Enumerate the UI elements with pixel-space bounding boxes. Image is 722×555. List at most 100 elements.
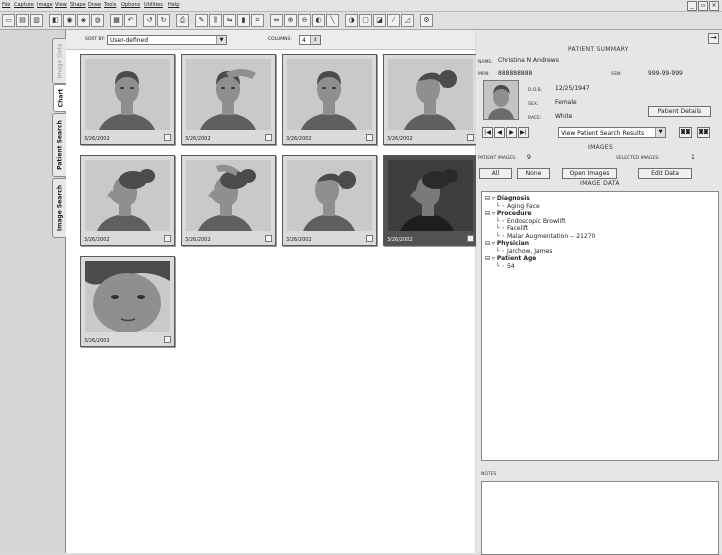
thumbnail-select-checkbox[interactable] bbox=[164, 336, 171, 343]
select-all-button[interactable]: All bbox=[479, 168, 512, 179]
image-thumbnail[interactable]: 3/26/2002 bbox=[282, 54, 377, 145]
print-icon[interactable]: ▥ bbox=[30, 14, 43, 27]
spinner-arrows-icon[interactable]: ⇕ bbox=[310, 36, 320, 44]
thumbnail-image[interactable] bbox=[388, 59, 473, 130]
rotate-right-icon[interactable]: ↻ bbox=[157, 14, 170, 27]
tree-category[interactable]: ⊟ ▿ Diagnosis bbox=[485, 195, 530, 202]
chevron-down-icon[interactable]: ▼ bbox=[216, 36, 226, 44]
tab-image-data[interactable]: Image Data bbox=[52, 38, 66, 84]
search-binoculars-icon[interactable]: ◙◙ bbox=[679, 127, 692, 138]
tab-patient-search[interactable]: Patient Search bbox=[52, 113, 66, 177]
settings-icon[interactable]: ⚙ bbox=[420, 14, 433, 27]
thumbnail-select-checkbox[interactable] bbox=[366, 134, 373, 141]
columns-spinner[interactable]: 4 ⇕ bbox=[299, 35, 321, 45]
thumbnail-select-checkbox[interactable] bbox=[265, 134, 272, 141]
menu-view[interactable]: View bbox=[55, 2, 67, 8]
tree-item[interactable]: └ ◦ Aging Face bbox=[496, 203, 540, 210]
thumbnail-image[interactable] bbox=[287, 160, 372, 231]
new-icon[interactable]: ▭ bbox=[2, 14, 15, 27]
image-thumbnail[interactable]: 3/26/2002 bbox=[383, 155, 478, 246]
thumbnail-image[interactable] bbox=[85, 261, 170, 332]
menu-shape[interactable]: Shape bbox=[70, 2, 86, 8]
collapse-icon[interactable]: ⊟ ▿ bbox=[485, 240, 497, 247]
thumbnail-select-checkbox[interactable] bbox=[467, 134, 474, 141]
menu-options[interactable]: Options bbox=[121, 2, 140, 8]
thumbnail-image[interactable] bbox=[186, 160, 271, 231]
menu-capture[interactable]: Capture bbox=[14, 2, 34, 8]
thumbnail-image[interactable] bbox=[85, 59, 170, 130]
first-record-button[interactable]: |◀ bbox=[482, 127, 493, 138]
flip-icon[interactable]: ⇔ bbox=[270, 14, 283, 27]
thumbnail-select-checkbox[interactable] bbox=[366, 235, 373, 242]
capture-icon[interactable]: ◧ bbox=[49, 14, 62, 27]
last-record-button[interactable]: ▶| bbox=[518, 127, 529, 138]
camera-icon[interactable]: ◉ bbox=[63, 14, 76, 27]
open-icon[interactable]: ▤ bbox=[16, 14, 29, 27]
tree-category[interactable]: ⊟ ▿ Procedure bbox=[485, 210, 532, 217]
image-data-tree[interactable]: ⊟ ▿ Diagnosis └ ◦ Aging Face ⊟ ▿ Procedure… bbox=[481, 191, 719, 461]
lighten-icon[interactable]: ▢ bbox=[359, 14, 372, 27]
thumbnail-image[interactable] bbox=[85, 160, 170, 231]
thumbnail-select-checkbox[interactable] bbox=[467, 235, 474, 242]
tab-image-search[interactable]: Image Search bbox=[52, 178, 66, 238]
tree-item[interactable]: └ ◦ Facelift bbox=[496, 225, 528, 232]
collapse-icon[interactable]: ⊟ ▿ bbox=[485, 210, 497, 217]
previous-record-button[interactable]: ◀ bbox=[494, 127, 505, 138]
minimize-button[interactable]: _ bbox=[687, 1, 697, 11]
measure-icon[interactable]: ▮ bbox=[237, 14, 250, 27]
menu-utilities[interactable]: Utilities bbox=[144, 2, 163, 8]
paint-icon[interactable]: ◐ bbox=[312, 14, 325, 27]
zoom-out-icon[interactable]: ⊖ bbox=[298, 14, 311, 27]
image-thumbnail[interactable]: 3/26/2002 bbox=[80, 155, 175, 246]
thumbnail-image[interactable] bbox=[388, 160, 473, 231]
restore-button[interactable]: ▫ bbox=[698, 1, 708, 11]
notes-field[interactable] bbox=[481, 481, 719, 555]
image-thumbnail[interactable]: 3/26/2002 bbox=[181, 155, 276, 246]
menu-draw[interactable]: Draw bbox=[88, 2, 101, 8]
thumbnail-select-checkbox[interactable] bbox=[164, 134, 171, 141]
video-icon[interactable]: ◍ bbox=[91, 14, 104, 27]
crop-icon[interactable]: ⌗ bbox=[251, 14, 264, 27]
thumbnail-image[interactable] bbox=[186, 59, 271, 130]
compare-icon[interactable]: ⇋ bbox=[223, 14, 236, 27]
edit-data-button[interactable]: Edit Data bbox=[638, 168, 692, 179]
thumbnail-select-checkbox[interactable] bbox=[164, 235, 171, 242]
image-thumbnail[interactable]: 3/26/2002 bbox=[383, 54, 478, 145]
printer-icon[interactable]: ⎙ bbox=[176, 14, 189, 27]
menu-help[interactable]: Help bbox=[168, 2, 179, 8]
collapse-icon[interactable]: ⊟ ▿ bbox=[485, 255, 497, 262]
tree-item[interactable]: └ ◦ Endoscopic Browlift bbox=[496, 218, 566, 225]
close-button[interactable]: × bbox=[709, 1, 719, 11]
collapse-arrow-icon[interactable]: → bbox=[708, 33, 719, 44]
menu-image[interactable]: Image bbox=[37, 2, 53, 8]
tree-category[interactable]: ⊟ ▿ Physician bbox=[485, 240, 529, 247]
chevron-down-icon[interactable]: ▼ bbox=[655, 128, 665, 137]
filter-icon[interactable]: ◪ bbox=[373, 14, 386, 27]
zoom-in-icon[interactable]: ⊕ bbox=[284, 14, 297, 27]
eraser-icon[interactable]: ◿ bbox=[401, 14, 414, 27]
image-thumbnail[interactable]: 3/26/2002 bbox=[80, 256, 175, 347]
select-none-button[interactable]: None bbox=[517, 168, 550, 179]
thumbnail-select-checkbox[interactable] bbox=[265, 235, 272, 242]
menu-file[interactable]: File bbox=[2, 2, 10, 8]
open-images-button[interactable]: Open Images bbox=[562, 168, 617, 179]
collapse-icon[interactable]: ⊟ ▿ bbox=[485, 195, 497, 202]
next-record-button[interactable]: ▶ bbox=[506, 127, 517, 138]
split-icon[interactable]: ⫼ bbox=[209, 14, 222, 27]
view-results-select[interactable]: View Patient Search Results ▼ bbox=[558, 127, 666, 138]
tree-category[interactable]: ⊟ ▿ Patient Age bbox=[485, 255, 536, 262]
tree-item[interactable]: └ ◦ 54 bbox=[496, 263, 515, 270]
tree-item[interactable]: └ ◦ Malar Augmentation -- 21270 bbox=[496, 233, 595, 240]
image-thumbnail[interactable]: 3/26/2002 bbox=[181, 54, 276, 145]
contrast-icon[interactable]: ◑ bbox=[345, 14, 358, 27]
tab-chart[interactable]: Chart bbox=[53, 84, 67, 112]
menu-tools[interactable]: Tools bbox=[104, 2, 116, 8]
image-thumbnail[interactable]: 3/26/2002 bbox=[80, 54, 175, 145]
thumbnail-image[interactable] bbox=[287, 59, 372, 130]
rotate-left-icon[interactable]: ↺ bbox=[143, 14, 156, 27]
grid-icon[interactable]: ▦ bbox=[110, 14, 123, 27]
eyedropper-icon[interactable]: ⁄ bbox=[387, 14, 400, 27]
brightness-icon[interactable]: ╲ bbox=[326, 14, 339, 27]
image-thumbnail[interactable]: 3/26/2002 bbox=[282, 155, 377, 246]
patient-details-button[interactable]: Patient Details bbox=[648, 106, 711, 117]
